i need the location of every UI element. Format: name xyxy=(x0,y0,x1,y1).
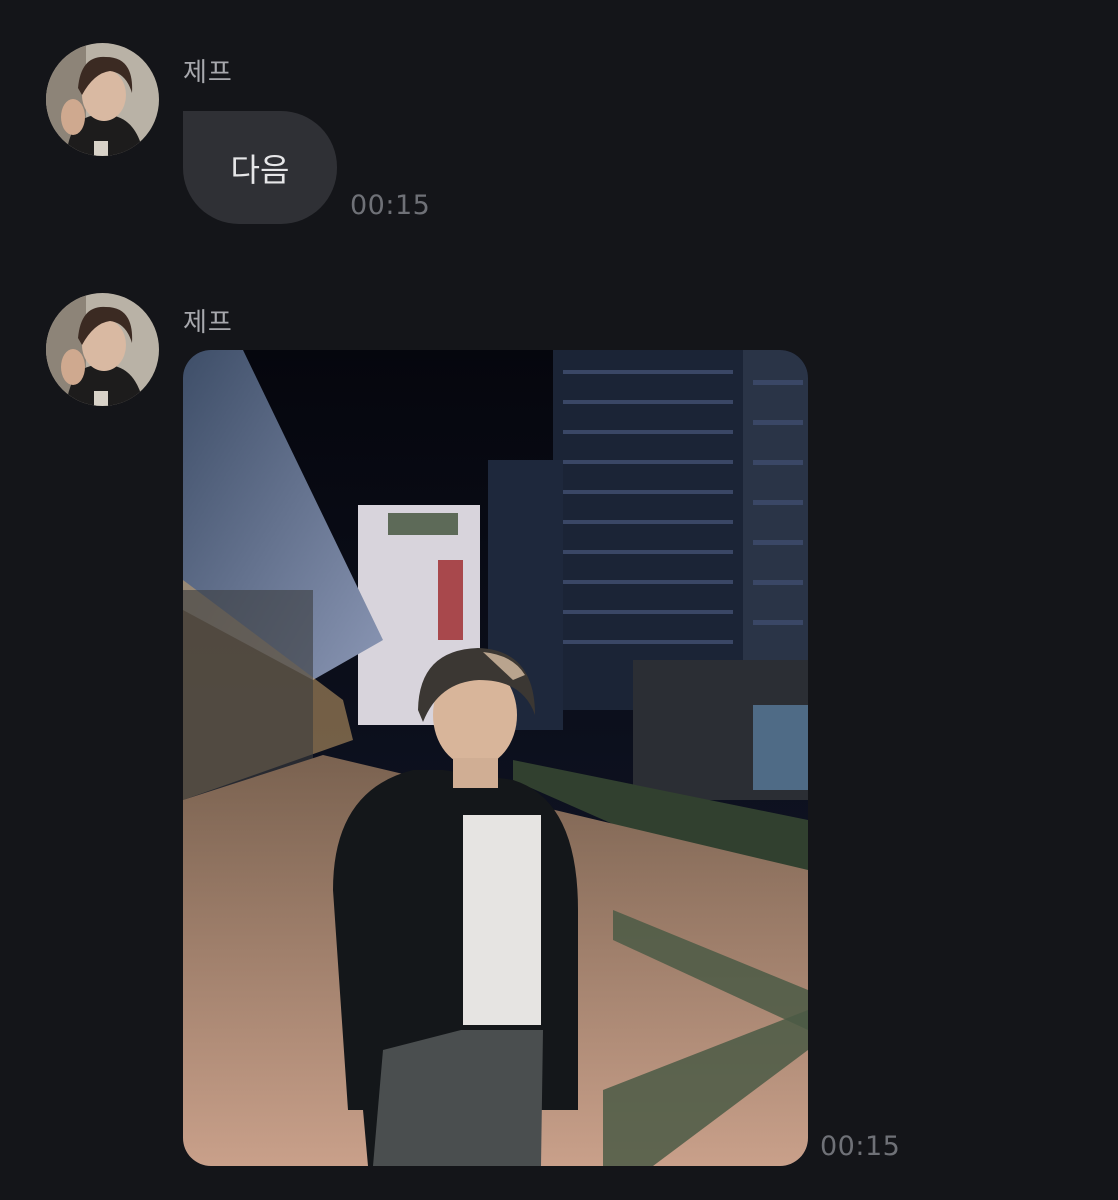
sender-avatar[interactable] xyxy=(46,293,159,406)
photo-attachment[interactable] xyxy=(183,350,808,1166)
chat-view: 제프 다음 00:15 제프 00:15 xyxy=(0,0,1118,1200)
avatar-image xyxy=(46,293,159,406)
sender-name: 제프 xyxy=(183,58,233,88)
message-bubble[interactable]: 다음 xyxy=(183,111,337,224)
night-street-photo xyxy=(183,350,808,1166)
message-timestamp: 00:15 xyxy=(350,190,431,221)
message-timestamp: 00:15 xyxy=(820,1131,901,1162)
avatar-image xyxy=(46,43,159,156)
sender-avatar[interactable] xyxy=(46,43,159,156)
sender-name: 제프 xyxy=(183,308,233,338)
